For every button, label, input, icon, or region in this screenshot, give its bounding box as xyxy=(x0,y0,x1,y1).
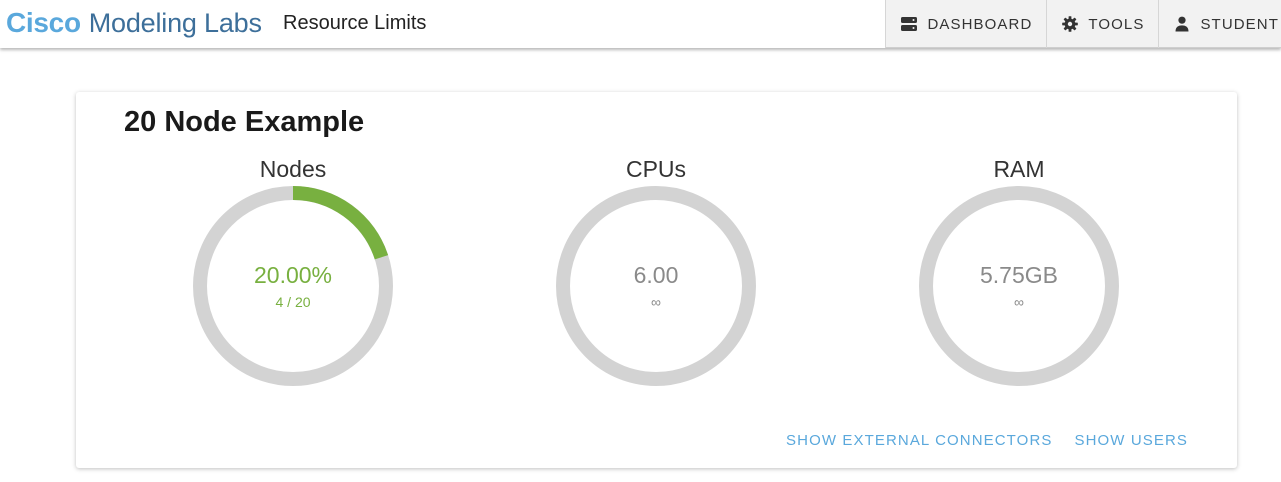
top-bar: Cisco Modeling Labs Resource Limits DASH… xyxy=(0,0,1281,48)
gear-icon xyxy=(1061,15,1079,33)
gauge-label: CPUs xyxy=(625,156,687,182)
dashboard-icon xyxy=(900,15,918,33)
gauge-sub: ∞ xyxy=(651,294,661,310)
card-title: 20 Node Example xyxy=(124,106,365,138)
show-users-link[interactable]: SHOW USERS xyxy=(1074,432,1188,449)
gauge-label: Nodes xyxy=(259,156,327,182)
ram-gauge: RAM 5.75GB ∞ xyxy=(909,156,1129,396)
brand-logo[interactable]: Cisco Modeling Labs xyxy=(6,7,262,41)
gauge-sub: ∞ xyxy=(1014,294,1024,310)
nav-tools-button[interactable]: TOOLS xyxy=(1046,0,1159,48)
nav-dashboard-label: DASHBOARD xyxy=(927,15,1033,33)
gauge-value: 20.00% xyxy=(253,262,332,288)
show-external-connectors-link[interactable]: SHOW EXTERNAL CONNECTORS xyxy=(786,432,1052,449)
gauge-progress-arc xyxy=(292,186,389,260)
nodes-gauge: Nodes 20.00% 4 / 20 xyxy=(183,156,403,396)
nav-dashboard-button[interactable]: DASHBOARD xyxy=(885,0,1047,48)
cpus-gauge: CPUs 6.00 ∞ xyxy=(546,156,766,396)
gauge-value: 5.75GB xyxy=(980,262,1058,288)
nav-tools-label: TOOLS xyxy=(1088,15,1145,33)
nav-user-button[interactable]: STUDENT xyxy=(1158,0,1281,48)
page-title: Resource Limits xyxy=(283,12,427,34)
gauge-sub: 4 / 20 xyxy=(275,294,311,310)
resource-limits-card: 20 Node Example Nodes 20.00% 4 / 20 CPUs… xyxy=(76,92,1237,468)
user-icon xyxy=(1173,15,1191,33)
gauge-value: 6.00 xyxy=(633,262,679,288)
gauge-label: RAM xyxy=(993,156,1045,182)
nav-user-label: STUDENT xyxy=(1200,15,1279,33)
brand-product-name: Modeling Labs xyxy=(88,8,262,38)
brand-cisco: Cisco xyxy=(6,7,81,38)
top-nav: DASHBOARD TOOLS STUDENT xyxy=(885,0,1281,48)
card-actions: SHOW EXTERNAL CONNECTORS SHOW USERS xyxy=(786,432,1188,449)
